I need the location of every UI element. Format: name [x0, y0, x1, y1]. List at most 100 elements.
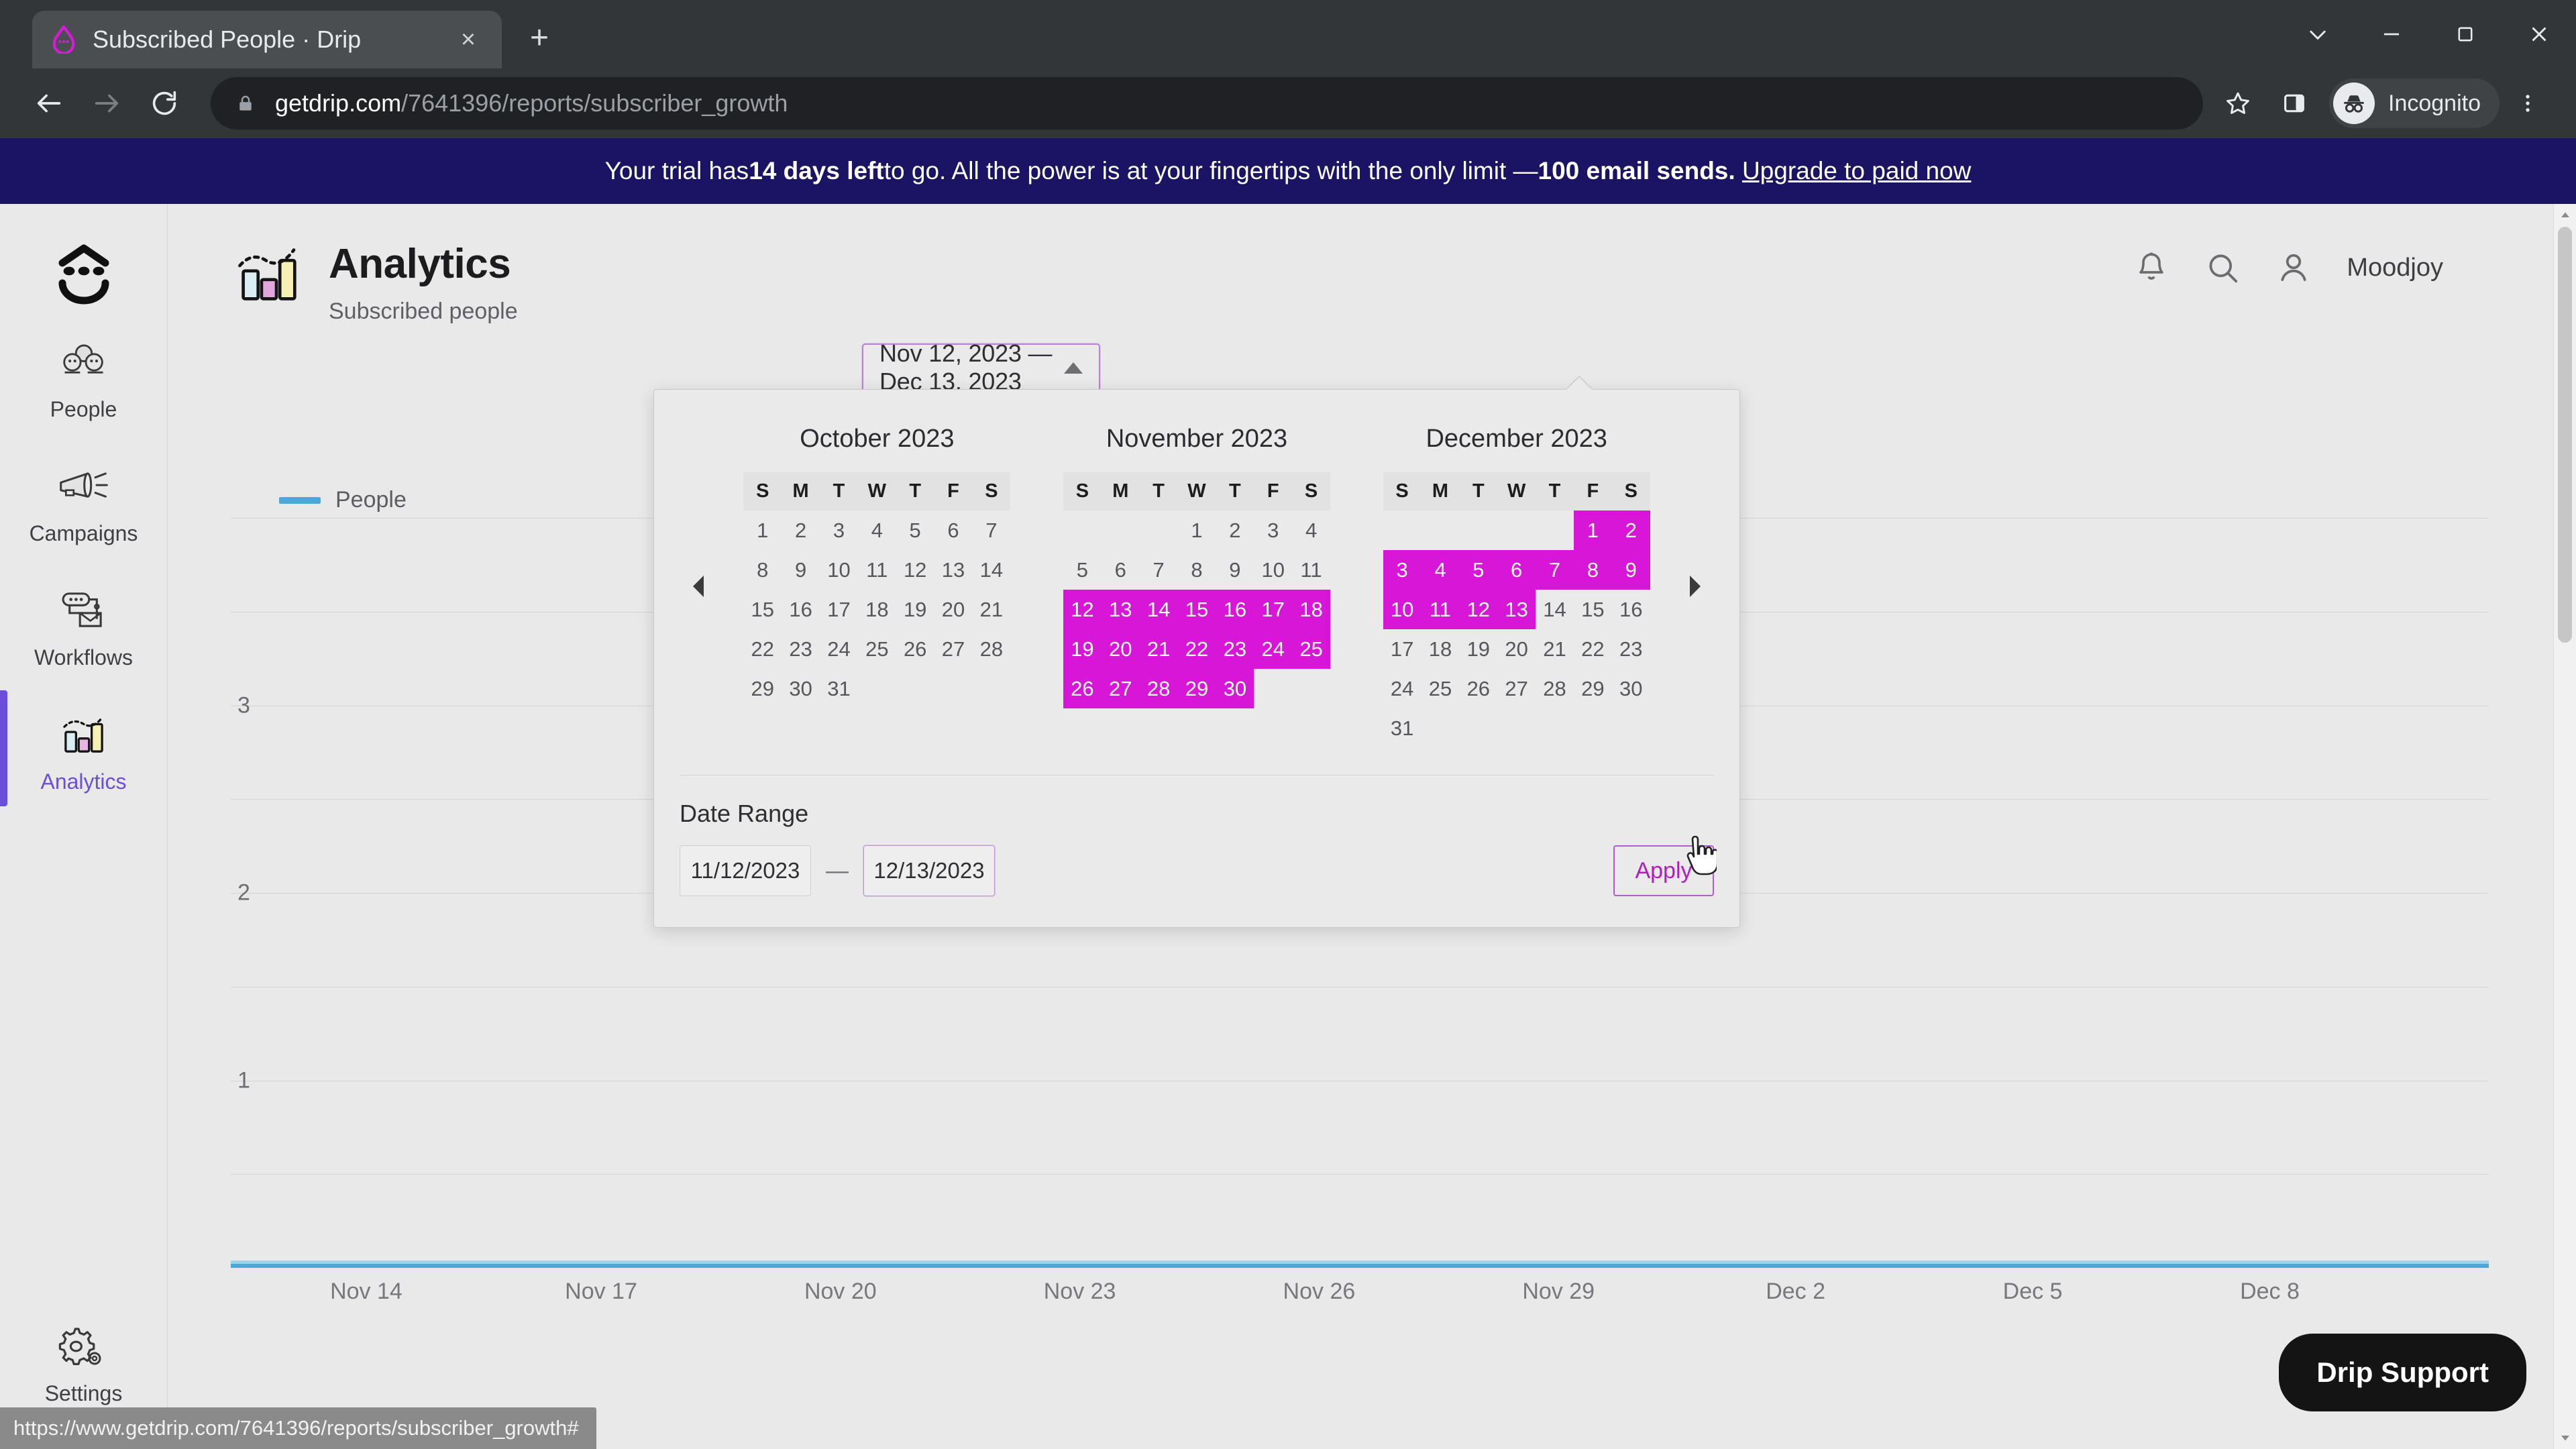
calendar-day[interactable]: 1	[1573, 511, 1612, 550]
calendar-day[interactable]: 5	[1063, 550, 1102, 590]
calendar-day[interactable]: 30	[1216, 669, 1254, 708]
page-scrollbar[interactable]	[2553, 204, 2576, 1449]
calendar-day[interactable]: 8	[1178, 550, 1216, 590]
calendar-day[interactable]: 6	[1102, 550, 1140, 590]
calendar-day[interactable]: 24	[1254, 629, 1293, 669]
calendar-day[interactable]: 14	[972, 550, 1010, 590]
calendar-day[interactable]: 25	[858, 629, 896, 669]
calendar-day[interactable]: 15	[743, 590, 782, 629]
back-button-icon[interactable]	[20, 74, 78, 132]
calendar-day[interactable]: 24	[820, 629, 858, 669]
chevron-left-icon[interactable]	[680, 568, 717, 605]
calendar-day[interactable]: 10	[820, 550, 858, 590]
calendar-day[interactable]: 24	[1383, 669, 1421, 708]
calendar-day[interactable]: 7	[1536, 550, 1574, 590]
calendar-day[interactable]: 1	[743, 511, 782, 550]
calendar-day[interactable]: 28	[1139, 669, 1178, 708]
calendar-day[interactable]: 2	[1611, 511, 1650, 550]
calendar-day[interactable]: 15	[1177, 590, 1216, 629]
calendar-day[interactable]: 12	[1063, 590, 1102, 629]
calendar-day[interactable]: 31	[1383, 708, 1421, 748]
calendar-day[interactable]: 17	[1383, 629, 1421, 669]
calendar-day[interactable]: 22	[743, 629, 782, 669]
calendar-day[interactable]: 17	[820, 590, 858, 629]
calendar-day[interactable]: 3	[1383, 550, 1421, 590]
calendar-day[interactable]: 25	[1292, 629, 1330, 669]
calendar-day[interactable]: 18	[1421, 629, 1460, 669]
sidebar-item-people[interactable]: People	[0, 314, 167, 438]
calendar-day[interactable]: 29	[1574, 669, 1612, 708]
calendar-day[interactable]: 20	[1497, 629, 1536, 669]
sidebar-item-campaigns[interactable]: Campaigns	[0, 438, 167, 562]
calendar-day[interactable]: 15	[1574, 590, 1612, 629]
calendar-day[interactable]: 18	[858, 590, 896, 629]
calendar-day[interactable]: 4	[1421, 550, 1460, 590]
calendar-day[interactable]: 2	[782, 511, 820, 550]
calendar-day[interactable]: 13	[934, 550, 973, 590]
incognito-profile-button[interactable]: Incognito	[2329, 78, 2500, 128]
scroll-down-arrow-icon[interactable]	[2554, 1426, 2576, 1449]
calendar-day[interactable]: 19	[1063, 629, 1102, 669]
calendar-day[interactable]: 28	[1536, 669, 1574, 708]
drip-face-logo[interactable]	[34, 233, 134, 314]
calendar-day[interactable]: 22	[1574, 629, 1612, 669]
side-panel-icon[interactable]	[2266, 75, 2322, 131]
date-range-trigger[interactable]: Nov 12, 2023 — Dec 13, 2023	[862, 339, 1100, 395]
calendar-day[interactable]: 6	[934, 511, 973, 550]
calendar-day[interactable]: 20	[1101, 629, 1140, 669]
calendar-day[interactable]: 2	[1216, 511, 1254, 550]
calendar-day[interactable]: 11	[858, 550, 896, 590]
calendar-day[interactable]: 21	[1139, 629, 1178, 669]
calendar-day[interactable]: 28	[972, 629, 1010, 669]
calendar-day[interactable]: 3	[1254, 511, 1292, 550]
end-date-input[interactable]: 12/13/2023	[863, 845, 995, 896]
calendar-day[interactable]: 11	[1421, 590, 1460, 629]
calendar-day[interactable]: 16	[1612, 590, 1650, 629]
calendar-day[interactable]: 13	[1497, 590, 1536, 629]
user-avatar-icon[interactable]	[2273, 247, 2314, 288]
search-icon[interactable]	[2202, 247, 2243, 288]
calendar-day[interactable]: 30	[1612, 669, 1650, 708]
close-tab-icon[interactable]: ×	[452, 27, 484, 52]
close-window-button[interactable]	[2502, 0, 2576, 68]
calendar-day[interactable]: 9	[782, 550, 820, 590]
calendar-day[interactable]: 26	[1063, 669, 1102, 708]
calendar-day[interactable]: 21	[1536, 629, 1574, 669]
start-date-input[interactable]: 11/12/2023	[680, 845, 811, 896]
chevron-down-icon[interactable]	[2281, 0, 2355, 68]
calendar-day[interactable]: 11	[1292, 550, 1330, 590]
sidebar-item-workflows[interactable]: Workflows	[0, 562, 167, 686]
calendar-day[interactable]: 27	[1101, 669, 1140, 708]
calendar-day[interactable]: 26	[1459, 669, 1497, 708]
calendar-day[interactable]: 26	[896, 629, 934, 669]
calendar-day[interactable]: 30	[782, 669, 820, 708]
scroll-up-arrow-icon[interactable]	[2554, 204, 2576, 227]
sidebar-item-settings[interactable]: Settings	[0, 1298, 167, 1422]
calendar-day[interactable]: 8	[743, 550, 782, 590]
calendar-day[interactable]: 4	[858, 511, 896, 550]
calendar-day[interactable]: 18	[1292, 590, 1330, 629]
drip-support-button[interactable]: Drip Support	[2279, 1334, 2526, 1411]
calendar-day[interactable]: 12	[896, 550, 934, 590]
maximize-window-button[interactable]	[2428, 0, 2502, 68]
calendar-day[interactable]: 5	[1459, 550, 1498, 590]
scrollbar-thumb[interactable]	[2558, 227, 2572, 643]
calendar-day[interactable]: 27	[934, 629, 973, 669]
calendar-day[interactable]: 9	[1216, 550, 1254, 590]
new-tab-button[interactable]: +	[521, 19, 558, 56]
calendar-day[interactable]: 27	[1497, 669, 1536, 708]
apply-button[interactable]: Apply	[1613, 835, 1719, 896]
calendar-day[interactable]: 29	[1177, 669, 1216, 708]
bookmark-star-icon[interactable]	[2210, 75, 2266, 131]
calendar-day[interactable]: 25	[1421, 669, 1460, 708]
calendar-day[interactable]: 6	[1497, 550, 1536, 590]
browser-menu-icon[interactable]	[2500, 75, 2556, 131]
calendar-day[interactable]: 21	[972, 590, 1010, 629]
calendar-day[interactable]: 19	[1459, 629, 1497, 669]
calendar-day[interactable]: 23	[1612, 629, 1650, 669]
bell-icon[interactable]	[2131, 247, 2172, 288]
calendar-day[interactable]: 10	[1254, 550, 1292, 590]
calendar-day[interactable]: 16	[1216, 590, 1254, 629]
forward-button-icon[interactable]	[78, 74, 136, 132]
calendar-day[interactable]: 17	[1254, 590, 1293, 629]
